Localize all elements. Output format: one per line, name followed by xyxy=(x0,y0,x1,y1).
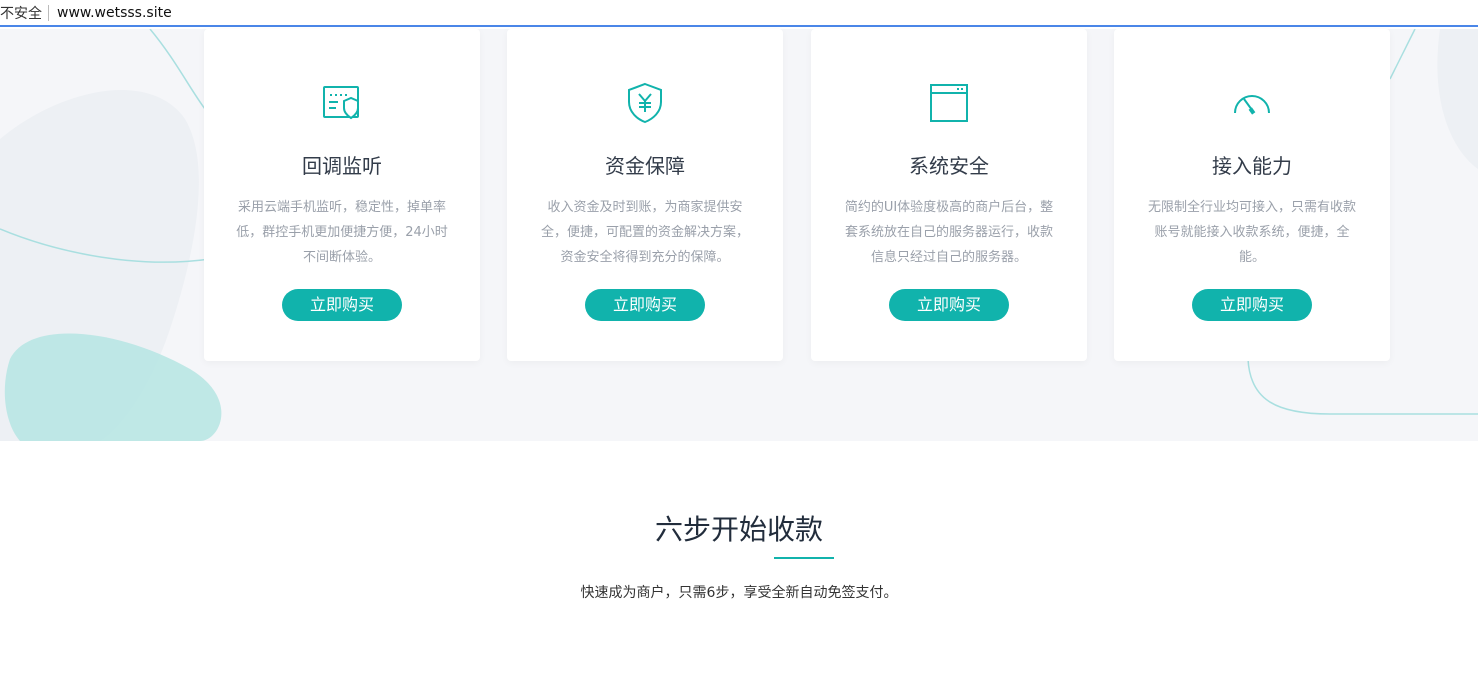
address-divider xyxy=(48,4,49,21)
buy-now-button[interactable]: 立即购买 xyxy=(585,289,705,321)
browser-window-icon xyxy=(930,84,968,122)
buy-now-button[interactable]: 立即购买 xyxy=(1192,289,1312,321)
title-underline xyxy=(774,557,834,559)
speedometer-icon xyxy=(1234,95,1270,115)
monitor-shield-icon xyxy=(323,86,359,120)
url-text[interactable]: www.wetsss.site xyxy=(57,5,172,21)
feature-description: 无限制全行业均可接入，只需有收款账号就能接入收款系统，便捷，全能。 xyxy=(1147,200,1356,265)
security-indicator[interactable]: 不安全 xyxy=(0,3,42,23)
feature-title: 资金保障 xyxy=(605,154,685,178)
browser-address-bar[interactable]: 不安全 www.wetsss.site xyxy=(0,0,1478,27)
feature-card-security: 系统安全 简约的UI体验度极高的商户后台，整套系统放在自己的服务器运行，收款信息… xyxy=(811,29,1087,361)
yuan-shield-icon xyxy=(628,82,662,124)
feature-description: 采用云端手机监听，稳定性，掉单率低，群控手机更加便捷方便，24小时不间断体验。 xyxy=(236,200,448,265)
feature-title: 系统安全 xyxy=(909,154,989,178)
feature-description: 简约的UI体验度极高的商户后台，整套系统放在自己的服务器运行，收款信息只经过自己… xyxy=(844,200,1054,265)
feature-card-callback: 回调监听 采用云端手机监听，稳定性，掉单率低，群控手机更加便捷方便，24小时不间… xyxy=(204,29,480,361)
buy-now-button[interactable]: 立即购买 xyxy=(282,289,402,321)
feature-description: 收入资金及时到账，为商家提供安全，便捷，可配置的资金解决方案，资金安全将得到充分… xyxy=(540,200,749,265)
steps-section-title: 六步开始收款 xyxy=(654,513,823,546)
feature-title: 接入能力 xyxy=(1212,154,1292,178)
steps-section-subtitle: 快速成为商户，只需6步，享受全新自动免签支付。 xyxy=(580,585,898,601)
feature-card-access: 接入能力 无限制全行业均可接入，只需有收款账号就能接入收款系统，便捷，全能。 立… xyxy=(1114,29,1390,361)
feature-card-funds: 资金保障 收入资金及时到账，为商家提供安全，便捷，可配置的资金解决方案，资金安全… xyxy=(507,29,783,361)
feature-title: 回调监听 xyxy=(302,154,382,178)
buy-now-button[interactable]: 立即购买 xyxy=(889,289,1009,321)
